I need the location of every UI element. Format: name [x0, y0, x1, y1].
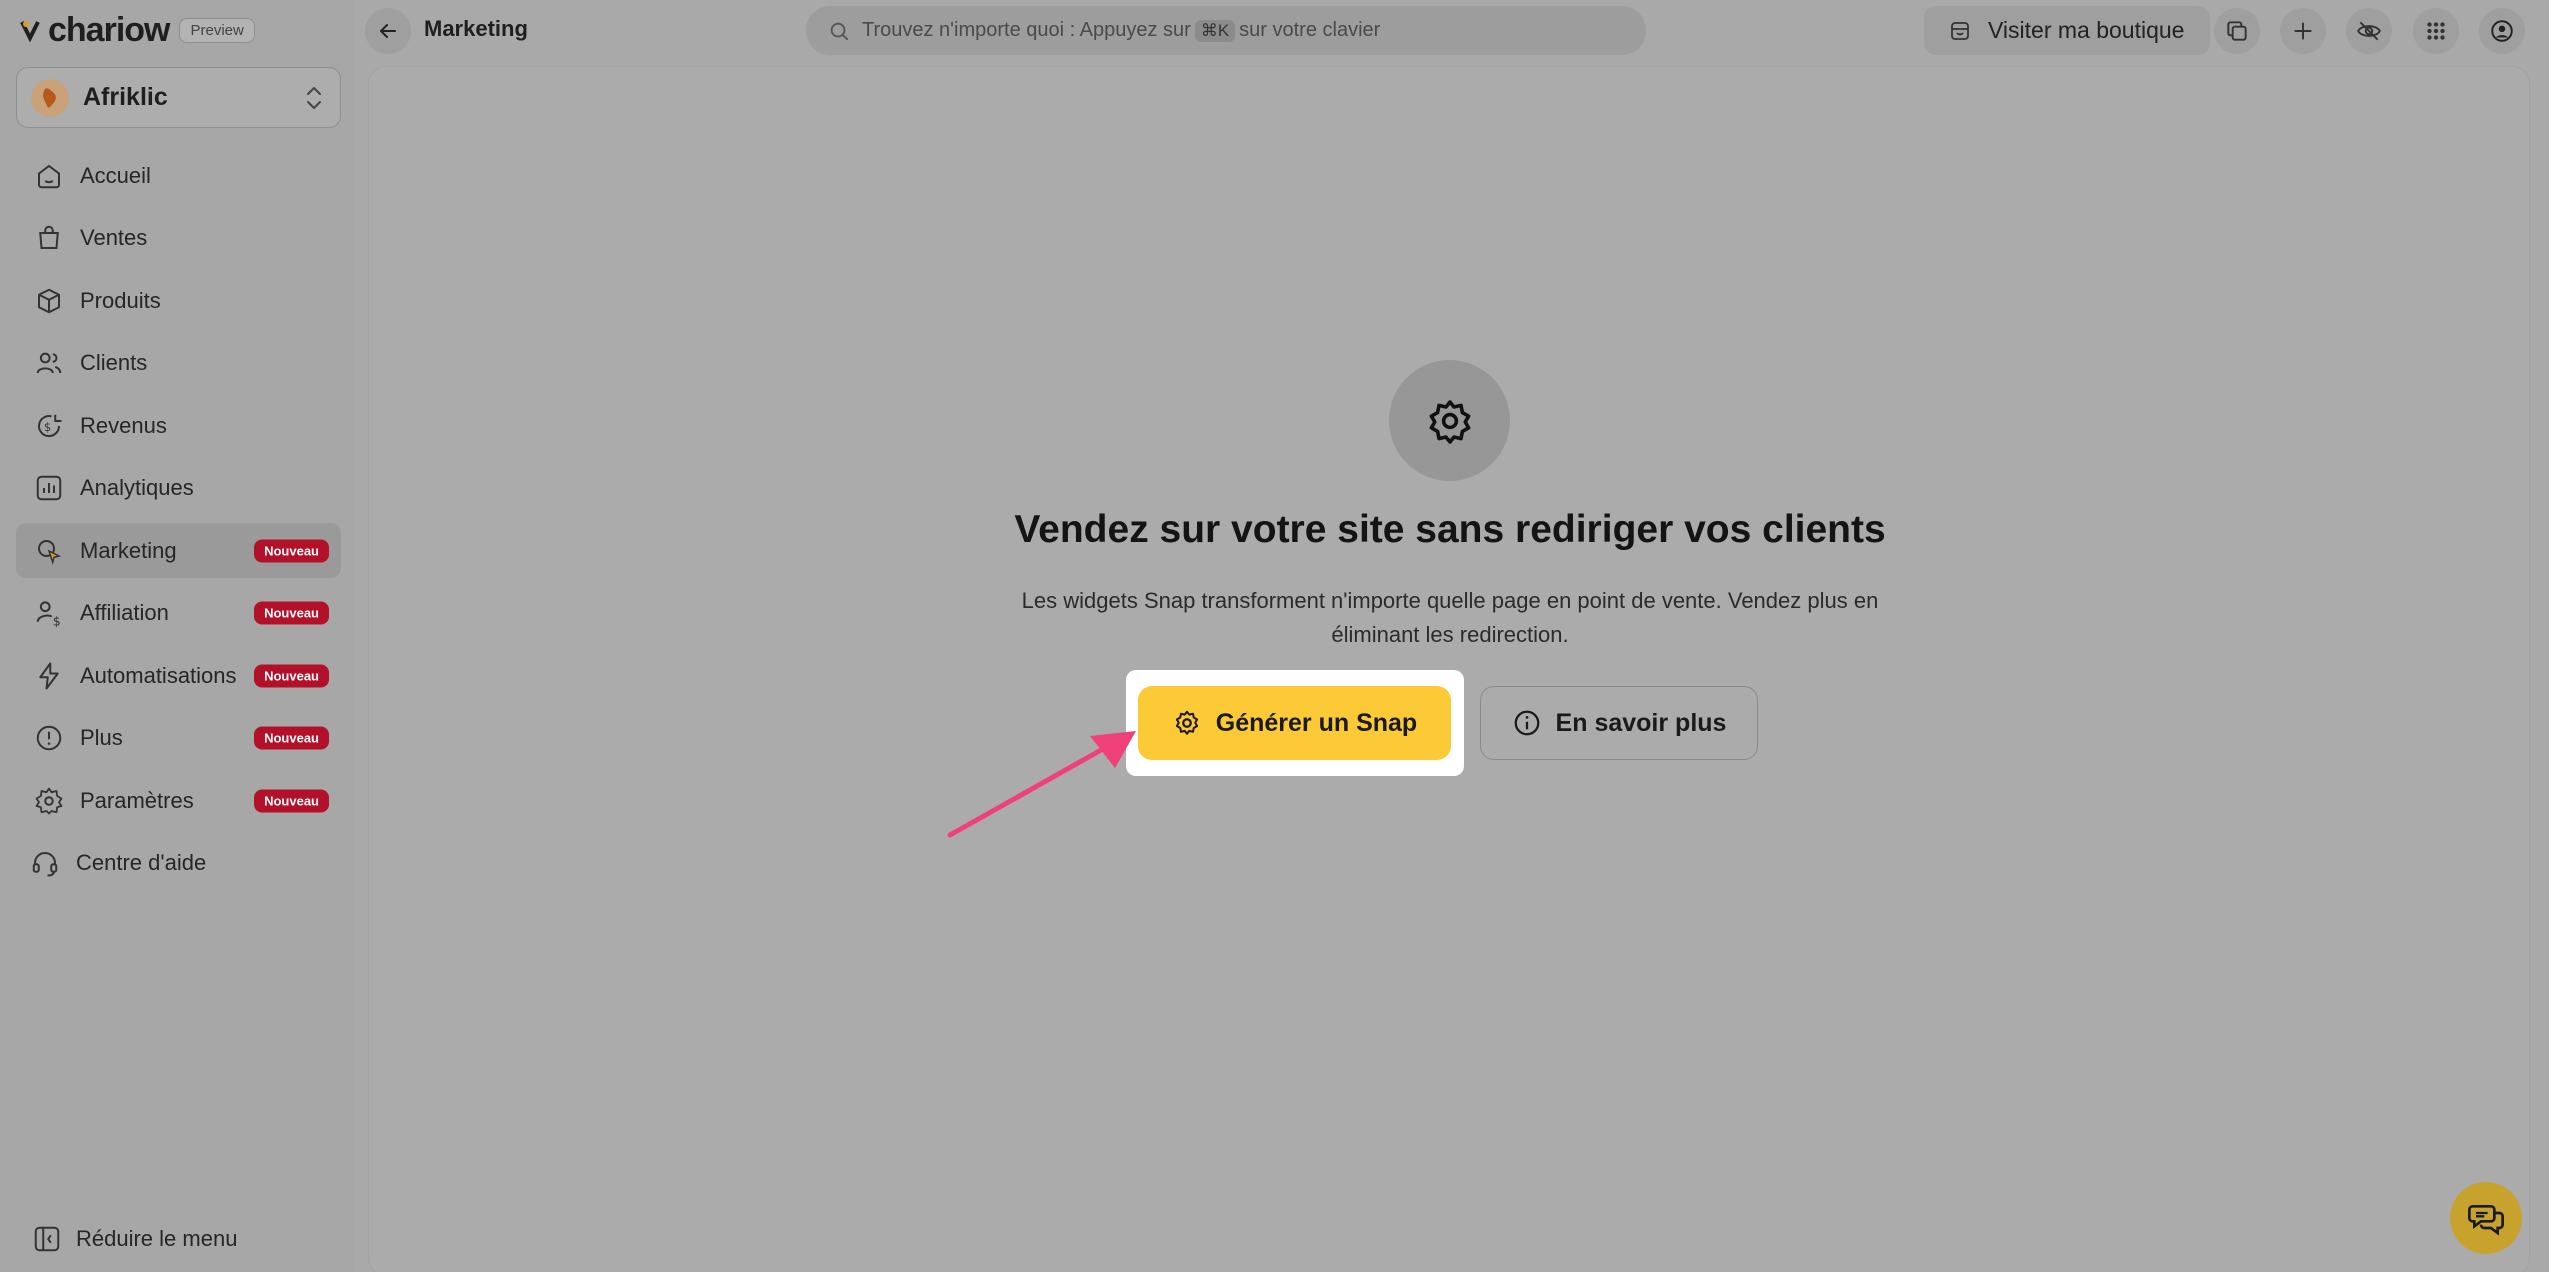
search-placeholder-before: Trouvez n'importe quoi : Appuyez sur [862, 19, 1191, 41]
sidebar-item-label: Analytiques [80, 475, 194, 500]
marketing-icon [38, 539, 62, 565]
svg-text:$: $ [53, 614, 61, 629]
collapse-menu-button[interactable]: Réduire le menu [32, 1224, 237, 1254]
sidebar-item-marketing[interactable]: Marketing Nouveau [16, 523, 341, 578]
sidebar-item-ventes[interactable]: Ventes [16, 211, 341, 266]
visit-store-label: Visiter ma boutique [1988, 17, 2185, 43]
chat-icon [2468, 1205, 2504, 1236]
sidebar-item-label: Plus [80, 725, 123, 750]
apps-button[interactable] [2413, 8, 2459, 54]
add-button[interactable] [2280, 8, 2326, 54]
chevron-up-down-icon [307, 86, 321, 109]
sidebar-item-centre-aide[interactable]: Centre d'aide [16, 836, 341, 891]
arrow-left-icon [380, 24, 396, 38]
grid-icon [2427, 22, 2445, 40]
sidebar-item-label: Accueil [80, 162, 151, 188]
empty-state-description: Les widgets Snap transforment n'importe … [1021, 588, 1879, 647]
sidebar-item-clients[interactable]: Clients [16, 336, 341, 391]
visit-store-button[interactable]: Visiter ma boutique [1924, 6, 2210, 55]
gear-icon [1175, 710, 1198, 735]
sidebar-item-revenus[interactable]: $ Revenus [16, 398, 341, 453]
more-icon [36, 725, 62, 751]
sidebar-item-produits[interactable]: Produits [16, 273, 341, 328]
search-placeholder: Trouvez n'importe quoi : Appuyez sur ⌘K su… [862, 19, 1380, 42]
hide-button[interactable] [2346, 8, 2392, 54]
storefront-icon [1951, 21, 1969, 40]
brand: chariow Preview [16, 10, 255, 50]
chariow-logo-icon [20, 21, 40, 43]
account-button[interactable] [2479, 8, 2525, 54]
sidebar-item-affiliation[interactable]: $ Affiliation Nouveau [16, 586, 341, 641]
lightning-icon [39, 662, 59, 689]
headset-icon [32, 852, 58, 877]
sidebar-nav: Accueil Ventes Produits Clients $ Revenu… [16, 148, 341, 898]
copy-icon [2227, 21, 2247, 41]
new-badge: Nouveau [254, 601, 329, 625]
preview-badge: Preview [179, 17, 255, 43]
store-avatar [31, 78, 69, 117]
sidebar-item-label: Marketing [80, 537, 177, 563]
empty-state-headline: Vendez sur votre site sans rediriger vos… [1014, 508, 1886, 551]
empty-state-icon [1389, 360, 1510, 481]
brand-name: chariow [48, 10, 170, 49]
user-circle-icon [2491, 20, 2513, 42]
shortcut-kbd: ⌘K [1194, 20, 1236, 42]
eye-off-icon [2357, 21, 2381, 41]
sidebar: chariow Preview Afriklic Accueil Ventes … [0, 0, 355, 1272]
sidebar-item-label: Centre d'aide [76, 850, 207, 875]
page-title: Marketing [424, 16, 528, 41]
new-badge: Nouveau [254, 539, 329, 562]
chart-icon [36, 475, 62, 501]
search-icon [830, 22, 849, 40]
store-switcher[interactable]: Afriklic [16, 67, 341, 128]
shopping-bag-icon [39, 225, 59, 249]
new-badge: Nouveau [254, 726, 329, 750]
learn-more-label: En savoir plus [1555, 708, 1727, 737]
back-button[interactable] [365, 8, 411, 54]
sidebar-item-label: Ventes [80, 225, 148, 250]
afriklic-logo-icon [43, 87, 56, 108]
sidebar-item-accueil[interactable]: Accueil [16, 148, 341, 203]
svg-text:$: $ [44, 421, 51, 434]
new-badge: Nouveau [254, 789, 329, 812]
sidebar-item-label: Clients [80, 350, 148, 375]
chariow-logo[interactable]: chariow [16, 10, 170, 50]
copy-button[interactable] [2214, 8, 2260, 54]
gear-icon [1429, 399, 1470, 444]
sidebar-item-parametres[interactable]: Paramètres Nouveau [16, 773, 341, 828]
box-icon [38, 288, 60, 313]
affiliate-icon: $ [36, 601, 61, 629]
revenue-icon: $ [38, 414, 62, 437]
sidebar-item-label: Produits [80, 287, 161, 313]
pointer-arrow-icon [947, 731, 1136, 838]
store-name: Afriklic [83, 83, 168, 111]
sidebar-item-automatisations[interactable]: Automatisations Nouveau [16, 648, 341, 703]
info-icon [1514, 710, 1539, 736]
search-placeholder-after: sur votre clavier [1239, 19, 1381, 41]
sidebar-item-analytiques[interactable]: Analytiques [16, 461, 341, 516]
main-panel [368, 66, 2530, 1272]
collapse-menu-label: Réduire le menu [76, 1226, 238, 1251]
sidebar-item-label: Paramètres [80, 787, 194, 813]
sidebar-item-label: Affiliation [80, 600, 169, 625]
new-badge: Nouveau [254, 664, 329, 687]
learn-more-button[interactable]: En savoir plus [1480, 686, 1758, 760]
settings-icon [35, 787, 63, 814]
generate-snap-label: Générer un Snap [1215, 708, 1418, 737]
users-icon [36, 352, 62, 374]
plus-icon [2294, 22, 2312, 40]
chat-support-button[interactable] [2450, 1182, 2522, 1254]
generate-snap-button[interactable]: Générer un Snap [1138, 686, 1451, 760]
sidebar-item-label: Revenus [80, 412, 167, 438]
home-icon [38, 164, 60, 188]
sidebar-collapse-icon [34, 1226, 60, 1252]
search-input[interactable]: Trouvez n'importe quoi : Appuyez sur ⌘K su… [806, 6, 1646, 55]
sidebar-item-plus[interactable]: Plus Nouveau [16, 711, 341, 766]
sidebar-item-label: Automatisations [80, 662, 237, 688]
